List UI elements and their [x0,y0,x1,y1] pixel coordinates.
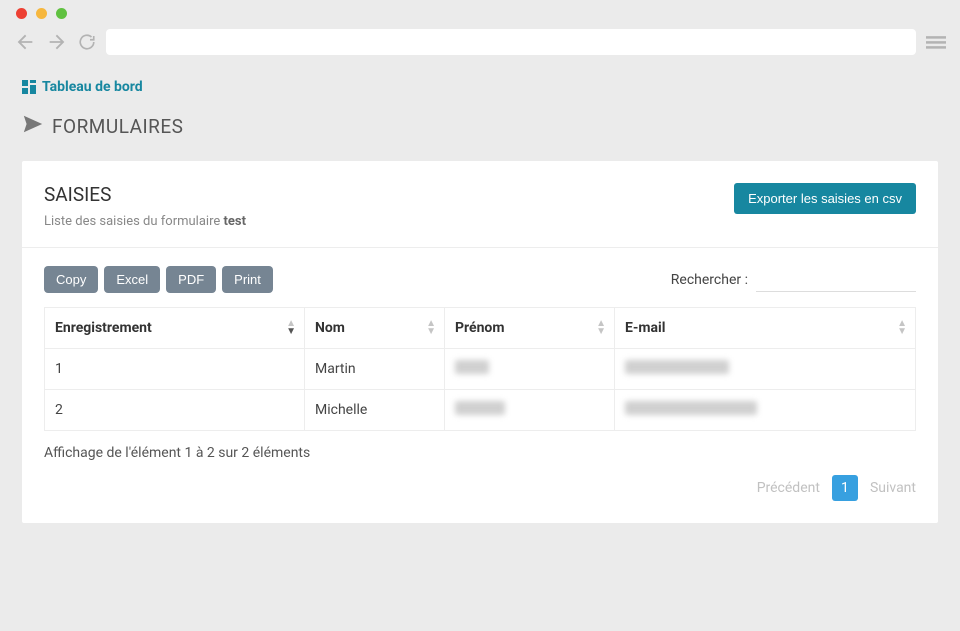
export-csv-button[interactable]: Exporter les saisies en csv [734,183,916,214]
card-title: SAISIES [44,183,246,206]
breadcrumb[interactable]: Tableau de bord [22,79,938,95]
toolbar-row: Copy Excel PDF Print Rechercher : [44,266,916,293]
cell-enregistrement: 2 [45,390,305,431]
print-button[interactable]: Print [222,266,273,293]
table-header-row: Enregistrement ▲▼ Nom ▲▼ Prénom ▲▼ [45,308,916,349]
table-info: Affichage de l'élément 1 à 2 sur 2 éléme… [44,445,916,461]
hamburger-menu-icon[interactable] [926,32,946,52]
col-email[interactable]: E-mail ▲▼ [615,308,916,349]
pdf-button[interactable]: PDF [166,266,216,293]
card: SAISIES Liste des saisies du formulaire … [22,161,938,523]
cell-nom: Martin [305,349,445,390]
data-table: Enregistrement ▲▼ Nom ▲▼ Prénom ▲▼ [44,307,916,431]
cell-prenom [445,390,615,431]
browser-chrome [0,0,960,65]
content-scroll[interactable]: Tableau de bord FORMULAIRES SAISIES List… [0,65,960,631]
cell-nom: Michelle [305,390,445,431]
reload-button[interactable] [78,33,96,51]
pagination-prev[interactable]: Précédent [757,480,820,496]
forward-button[interactable] [46,31,68,53]
table-row: 1Martin [45,349,916,390]
pagination-page-1[interactable]: 1 [832,475,858,501]
url-bar[interactable] [106,29,916,55]
page: Tableau de bord FORMULAIRES SAISIES List… [0,65,960,563]
export-button-group: Copy Excel PDF Print [44,266,273,293]
copy-button[interactable]: Copy [44,266,98,293]
search-wrap: Rechercher : [671,267,916,292]
back-button[interactable] [14,31,36,53]
pagination: Précédent 1 Suivant [44,475,916,501]
cell-prenom [445,349,615,390]
excel-button[interactable]: Excel [104,266,160,293]
card-header: SAISIES Liste des saisies du formulaire … [22,161,938,247]
maximize-window-button[interactable] [56,8,67,19]
col-prenom[interactable]: Prénom ▲▼ [445,308,615,349]
minimize-window-button[interactable] [36,8,47,19]
cell-email [615,349,916,390]
browser-nav-row [14,29,946,55]
col-enregistrement[interactable]: Enregistrement ▲▼ [45,308,305,349]
breadcrumb-label: Tableau de bord [42,79,143,95]
sort-icon: ▲▼ [897,320,907,336]
sort-icon: ▲▼ [426,320,436,336]
page-title: FORMULAIRES [52,115,183,138]
card-body: Copy Excel PDF Print Rechercher : [22,248,938,523]
search-label: Rechercher : [671,272,748,288]
pagination-next[interactable]: Suivant [870,480,916,496]
card-subtitle: Liste des saisies du formulaire test [44,214,246,229]
dashboard-icon [22,80,36,94]
sort-icon: ▲▼ [596,320,606,336]
cell-enregistrement: 1 [45,349,305,390]
send-icon [22,113,44,139]
table-row: 2Michelle [45,390,916,431]
page-title-row: FORMULAIRES [22,113,938,139]
window-controls [14,8,946,19]
search-input[interactable] [756,267,916,292]
col-nom[interactable]: Nom ▲▼ [305,308,445,349]
cell-email [615,390,916,431]
close-window-button[interactable] [16,8,27,19]
sort-icon: ▲▼ [286,320,296,336]
